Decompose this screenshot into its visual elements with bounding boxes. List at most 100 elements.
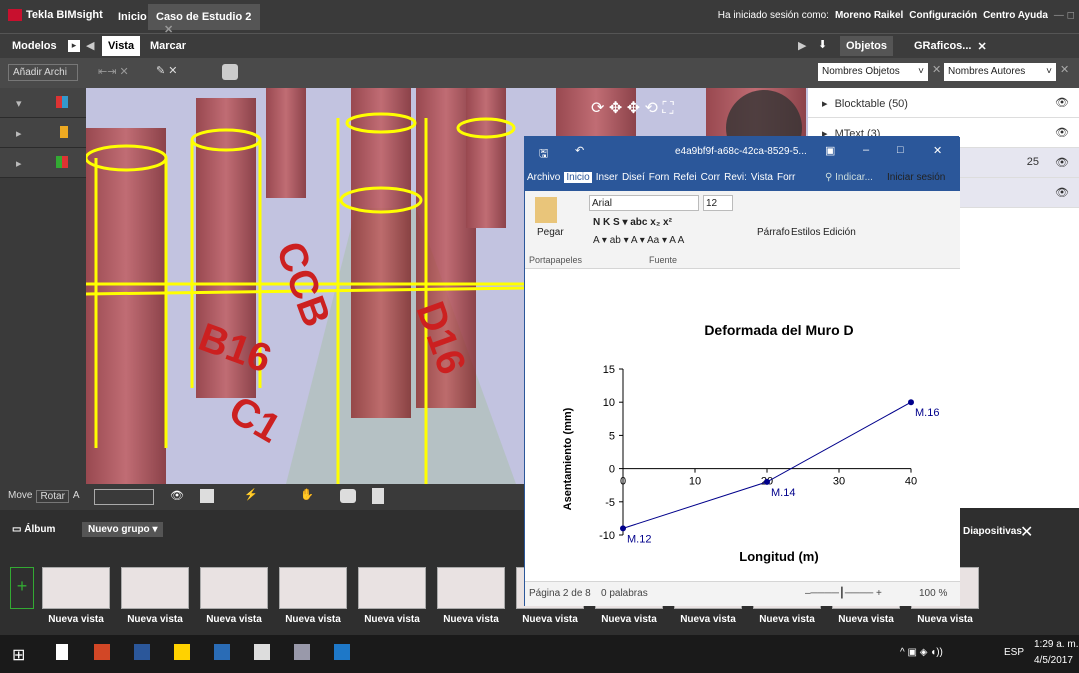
eye-icon[interactable]: 👁 [1055, 96, 1069, 109]
object-row[interactable]: ▸ Blocktable (50) 👁 [808, 88, 1079, 118]
zoom-slider[interactable] [94, 489, 154, 505]
model-row[interactable]: ▸ [0, 118, 86, 148]
measure-icon[interactable]: ⇤⇥ ✕ [98, 65, 129, 78]
ribbon-tab[interactable]: Diseí [622, 172, 645, 183]
cube-icon[interactable] [200, 489, 214, 503]
ribbon-display-icon[interactable]: ▣ [825, 144, 835, 157]
tab-vista[interactable]: Vista [102, 36, 141, 56]
tools-icon[interactable]: ✕ [1020, 522, 1033, 542]
view-thumbnail[interactable] [437, 567, 505, 609]
y-tick-label: -10 [599, 530, 615, 542]
language[interactable]: ESP [1004, 647, 1024, 658]
view-thumbnail[interactable] [42, 567, 110, 609]
model-row[interactable]: ▸ [0, 148, 86, 178]
rotate-button[interactable]: Rotar [36, 490, 69, 503]
tab-caso-estudio[interactable]: Caso de Estudio 2 ✕ [148, 4, 260, 36]
eye-icon[interactable]: 👁 [1055, 156, 1069, 169]
pin-icon[interactable]: ⬇ [818, 38, 827, 51]
album-button[interactable]: ▭ Álbum [12, 524, 55, 535]
ribbon-tab[interactable]: Inser [596, 172, 618, 183]
panel-toggle-icon[interactable]: ▶ [798, 39, 806, 52]
tab-modelos[interactable]: Modelos [6, 36, 63, 56]
save-disk-icon[interactable] [334, 644, 350, 660]
move-button[interactable]: Move [8, 490, 32, 503]
save-icon[interactable]: 🖫 [539, 145, 548, 164]
document-page[interactable]: Deformada del Muro D Longitud (m) Asenta… [525, 269, 960, 581]
session-user[interactable]: Moreno Raikel [835, 10, 903, 21]
font-size-select[interactable]: 12 [703, 195, 733, 211]
app-icon[interactable] [294, 644, 310, 660]
view-thumbnail[interactable] [358, 567, 426, 609]
color-buttons[interactable]: A ▾ ab ▾ A ▾ Aa ▾ A A [593, 235, 684, 246]
bimsight-icon[interactable] [214, 644, 230, 660]
tab-graficos[interactable]: GRaficos... ✕ [908, 36, 993, 56]
minimize-icon[interactable]: – [863, 144, 869, 156]
close-icon[interactable]: ✕ [933, 144, 942, 157]
styles-button[interactable]: Estilos [791, 227, 820, 238]
ribbon-tab[interactable]: Vista [751, 172, 773, 183]
eye-icon[interactable]: 👁 [1055, 126, 1069, 139]
a-button[interactable]: A [73, 490, 80, 503]
add-view-button[interactable]: + [10, 567, 34, 609]
ribbon-tab[interactable]: Refei [673, 172, 696, 183]
eye-icon[interactable]: 👁 [170, 489, 184, 502]
chevron-right-icon[interactable]: ▸ [16, 127, 22, 140]
camera-icon[interactable] [222, 64, 238, 80]
document-icon[interactable] [372, 488, 384, 504]
zoom-slider[interactable]: –────┃──── + [805, 588, 882, 599]
minimize-icon[interactable]: — ◻ [1054, 10, 1075, 21]
clear-filter-icon[interactable]: ✕ [932, 63, 941, 76]
chevron-down-icon[interactable]: ▾ [16, 97, 22, 110]
maximize-icon[interactable]: □ [897, 144, 904, 156]
clock-date: 4/5/2017 [1034, 655, 1073, 666]
clear-author-icon[interactable]: ✕ [1060, 63, 1069, 76]
eye-icon[interactable]: 👁 [1055, 186, 1069, 199]
ribbon-tab[interactable]: Forr [777, 172, 795, 183]
undo-icon[interactable]: ↶ [575, 144, 584, 157]
ribbon-tab[interactable]: Revi: [724, 172, 747, 183]
view-toolbar: Move Rotar A 👁 ⚡ ✋ [0, 484, 526, 510]
chevron-right-icon[interactable]: ▸ [822, 98, 828, 110]
ribbon-tab[interactable]: Archivo [527, 172, 560, 183]
ribbon-tab[interactable]: Corr [701, 172, 720, 183]
view-thumbnail[interactable] [121, 567, 189, 609]
group-select[interactable]: Nuevo grupo ▾ [82, 522, 164, 537]
tekla-logo-icon [8, 9, 22, 21]
navigation-tools[interactable]: ⟳ ✥ ✥ ⟲ ⛶ [591, 98, 674, 118]
model-row[interactable]: ▾ [0, 88, 86, 118]
powerpoint-icon[interactable] [94, 644, 110, 660]
signin-link[interactable]: Iniciar sesión [887, 172, 945, 183]
chevron-right-icon[interactable]: ▸ [16, 157, 22, 170]
help-link[interactable]: Centro Ayuda [983, 10, 1048, 21]
ribbon-tab[interactable]: Inicio [564, 172, 592, 183]
tab-marcar[interactable]: Marcar [144, 36, 192, 56]
pencil-icon[interactable]: ✎ ✕ [156, 64, 178, 77]
close-graficos-icon[interactable]: ✕ [977, 40, 986, 53]
windows-start-icon[interactable]: ⊞ [12, 645, 25, 665]
paste-button[interactable]: Pegar [537, 227, 564, 238]
hand-icon[interactable]: ✋ [300, 488, 314, 501]
app-icon[interactable] [174, 644, 190, 660]
ribbon-tab[interactable]: Forn [649, 172, 670, 183]
config-link[interactable]: Configuración [909, 10, 977, 21]
comment-icon[interactable] [340, 489, 356, 503]
object-names-select[interactable]: Nombres Objetos ˅ [818, 63, 928, 81]
collapse-icon[interactable]: ◀ [86, 39, 94, 52]
author-names-select[interactable]: Nombres Autores ˅ [944, 63, 1056, 81]
tell-me-input[interactable]: ⚲ Indicar... [825, 172, 873, 183]
lightning-icon[interactable]: ⚡ [244, 488, 258, 501]
add-files-button[interactable]: Añadir Archi [8, 64, 78, 81]
acrobat-icon[interactable] [254, 644, 270, 660]
font-name-select[interactable]: Arial [589, 195, 699, 211]
expand-icon[interactable]: ▸ [68, 40, 80, 52]
tab-objetos[interactable]: Objetos [840, 36, 893, 56]
word-icon[interactable] [134, 644, 150, 660]
clipboard-icon[interactable] [535, 197, 557, 223]
format-buttons[interactable]: N K S ▾ abc x₂ x² [593, 217, 672, 228]
file-icon[interactable] [56, 644, 68, 660]
editing-button[interactable]: Edición [823, 227, 856, 238]
view-thumbnail[interactable] [200, 567, 268, 609]
tray-icons[interactable]: ^ ▣ ◈ ◖)) [900, 647, 943, 658]
paragraph-button[interactable]: Párrafo [757, 227, 790, 238]
view-thumbnail[interactable] [279, 567, 347, 609]
